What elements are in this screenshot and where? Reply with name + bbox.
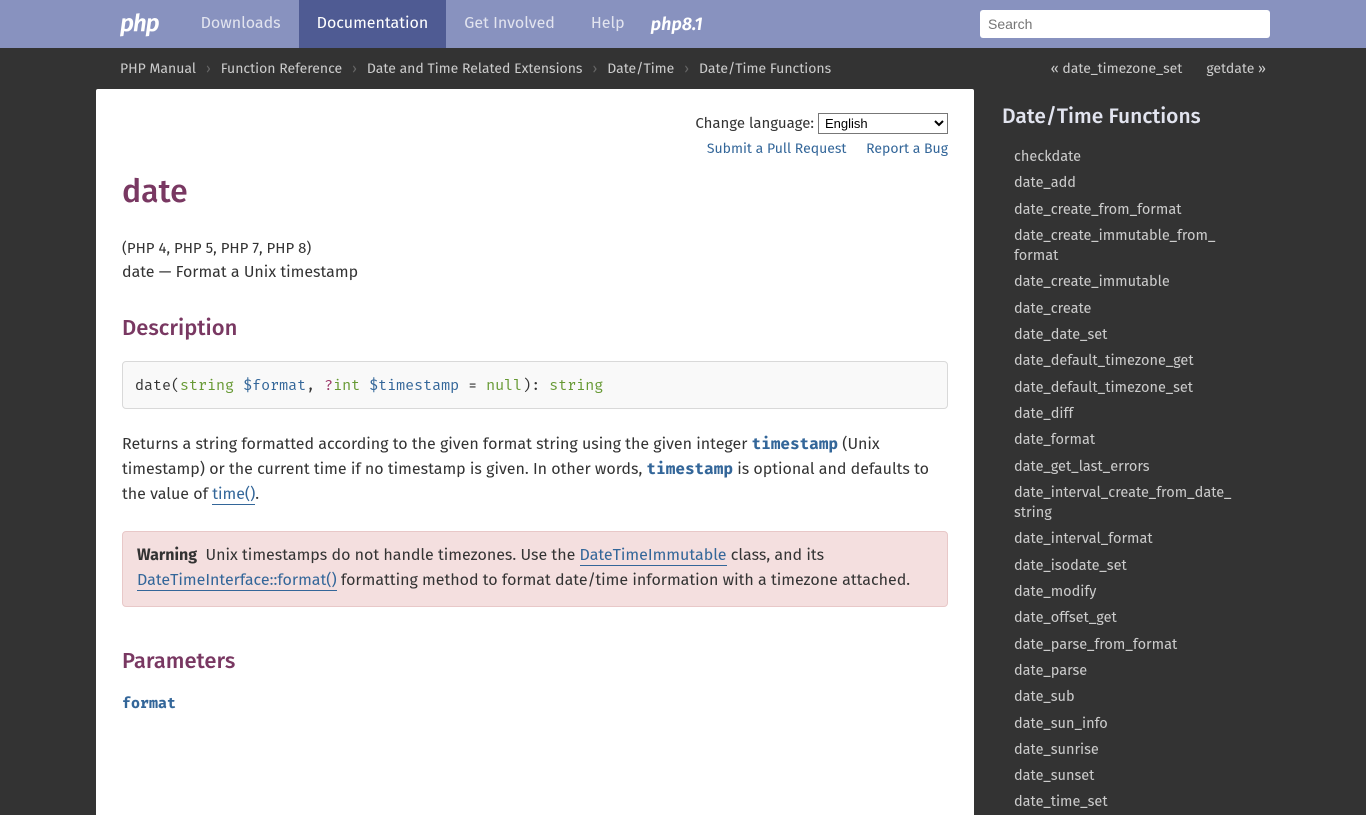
sidebar-item: date_sunrise [1002, 736, 1248, 762]
sidebar-item: date_sub [1002, 683, 1248, 709]
sidebar-link[interactable]: date_create [1014, 299, 1091, 317]
sidebar-item: date_sun_info [1002, 710, 1248, 736]
sidebar-item: date_parse [1002, 657, 1248, 683]
sidebar-item: date_date_set [1002, 321, 1248, 347]
sidebar-link[interactable]: date_get_last_errors [1014, 457, 1149, 475]
sidebar-link[interactable]: date_sub [1014, 687, 1075, 705]
sidebar-link[interactable]: date_create_immutable_from_format [1014, 226, 1215, 264]
sidebar-link[interactable]: date_isodate_set [1014, 556, 1127, 574]
description-paragraph: Returns a string formatted according to … [122, 433, 948, 507]
sidebar-item: date_add [1002, 169, 1248, 195]
sidebar-item: date_get_last_errors [1002, 453, 1248, 479]
bc-date-time-functions[interactable]: Date/Time Functions [699, 60, 831, 77]
breadcrumb: PHP Manual› Function Reference› Date and… [0, 48, 1366, 89]
bc-date-time[interactable]: Date/Time [607, 60, 674, 77]
language-label: Change language: [695, 114, 814, 132]
nav-get-involved[interactable]: Get Involved [446, 0, 573, 48]
top-nav: Downloads Documentation Get Involved Hel… [183, 0, 643, 48]
sidebar-list: checkdate date_add date_create_from_format… [1002, 143, 1248, 815]
sidebar-link[interactable]: date_sun_info [1014, 714, 1108, 732]
sidebar-item: date_modify [1002, 578, 1248, 604]
sidebar-item: date_format [1002, 426, 1248, 452]
sidebar-item: date_parse_from_format [1002, 631, 1248, 657]
php-logo[interactable]: php [120, 10, 159, 38]
sidebar-item: date_create [1002, 295, 1248, 321]
sidebar-item: date_interval_format [1002, 525, 1248, 551]
php81-badge[interactable]: php8.1 [651, 13, 703, 35]
language-row: Change language: English [122, 113, 948, 134]
submit-pr-link[interactable]: Submit a Pull Request [707, 140, 847, 157]
sidebar-item: date_sunset [1002, 762, 1248, 788]
sidebar-item: date_isodate_set [1002, 552, 1248, 578]
search-container [980, 10, 1270, 38]
sidebar-item: date_interval_create_from_date_string [1002, 479, 1248, 526]
sidebar-item: date_create_immutable [1002, 268, 1248, 294]
bc-function-reference[interactable]: Function Reference [221, 60, 342, 77]
sidebar-link[interactable]: date_time_set [1014, 792, 1108, 810]
sidebar-link[interactable]: date_interval_create_from_date_string [1014, 483, 1231, 521]
sidebar-link[interactable]: checkdate [1014, 147, 1081, 165]
datetimeimmutable-link[interactable]: DateTimeImmutable [580, 546, 727, 566]
sidebar: Date/Time Functions checkdate date_adddat… [1002, 89, 1248, 815]
param-format: format [122, 694, 948, 712]
sidebar-item: date_diff [1002, 400, 1248, 426]
sidebar-link[interactable]: date_parse_from_format [1014, 635, 1177, 653]
sidebar-link[interactable]: date_create_immutable [1014, 272, 1170, 290]
warning-box: Warning Unix timestamps do not handle ti… [122, 531, 948, 607]
sidebar-title: Date/Time Functions [1002, 103, 1248, 129]
sidebar-link[interactable]: date_sunset [1014, 766, 1094, 784]
sidebar-link[interactable]: date_add [1014, 173, 1076, 191]
bc-php-manual[interactable]: PHP Manual [120, 60, 196, 77]
sidebar-link[interactable]: date_sunrise [1014, 740, 1099, 758]
sublinks: Submit a Pull Request Report a Bug [122, 140, 948, 157]
warning-label: Warning [137, 546, 197, 565]
php-versions: (PHP 4, PHP 5, PHP 7, PHP 8) [122, 239, 948, 257]
method-synopsis: date(string $format, ?int $timestamp = n… [122, 361, 948, 409]
sidebar-item: date_create_from_format [1002, 196, 1248, 222]
time-link[interactable]: time() [212, 485, 255, 505]
search-input[interactable] [980, 10, 1270, 38]
parameters-heading: Parameters [122, 647, 948, 674]
sidebar-link[interactable]: date_modify [1014, 582, 1096, 600]
report-bug-link[interactable]: Report a Bug [866, 140, 948, 157]
sidebar-item: date_offset_get [1002, 604, 1248, 630]
pager: « date_timezone_set getdate » [1051, 60, 1266, 77]
language-select[interactable]: English [818, 113, 948, 134]
sidebar-link[interactable]: date_default_timezone_set [1014, 378, 1193, 396]
main-content: Change language: English Submit a Pull R… [96, 89, 974, 815]
sidebar-link[interactable]: date_default_timezone_get [1014, 351, 1194, 369]
sidebar-link[interactable]: date_interval_format [1014, 529, 1153, 547]
sidebar-item: date_time_set [1002, 788, 1248, 814]
sidebar-link[interactable]: date_parse [1014, 661, 1087, 679]
nav-help[interactable]: Help [573, 0, 643, 48]
pager-prev[interactable]: « date_timezone_set [1051, 60, 1183, 77]
purpose: date — Format a Unix timestamp [122, 263, 948, 282]
description-heading: Description [122, 314, 948, 341]
sidebar-item: checkdate [1002, 143, 1248, 169]
sidebar-link[interactable]: date_date_set [1014, 325, 1107, 343]
sidebar-item: date_default_timezone_get [1002, 347, 1248, 373]
sidebar-link[interactable]: date_diff [1014, 404, 1073, 422]
sidebar-item: date_create_immutable_from_format [1002, 222, 1248, 269]
sidebar-item: date_default_timezone_set [1002, 374, 1248, 400]
nav-downloads[interactable]: Downloads [183, 0, 299, 48]
sidebar-link[interactable]: date_offset_get [1014, 608, 1117, 626]
nav-documentation[interactable]: Documentation [299, 0, 447, 48]
page-title: date [122, 173, 948, 211]
bc-date-time-ext[interactable]: Date and Time Related Extensions [367, 60, 583, 77]
pager-next[interactable]: getdate » [1206, 60, 1266, 77]
topbar: php Downloads Documentation Get Involved… [0, 0, 1366, 48]
sidebar-link[interactable]: date_format [1014, 430, 1095, 448]
datetimeinterface-format-link[interactable]: DateTimeInterface::format() [137, 571, 337, 591]
sidebar-link[interactable]: date_create_from_format [1014, 200, 1181, 218]
